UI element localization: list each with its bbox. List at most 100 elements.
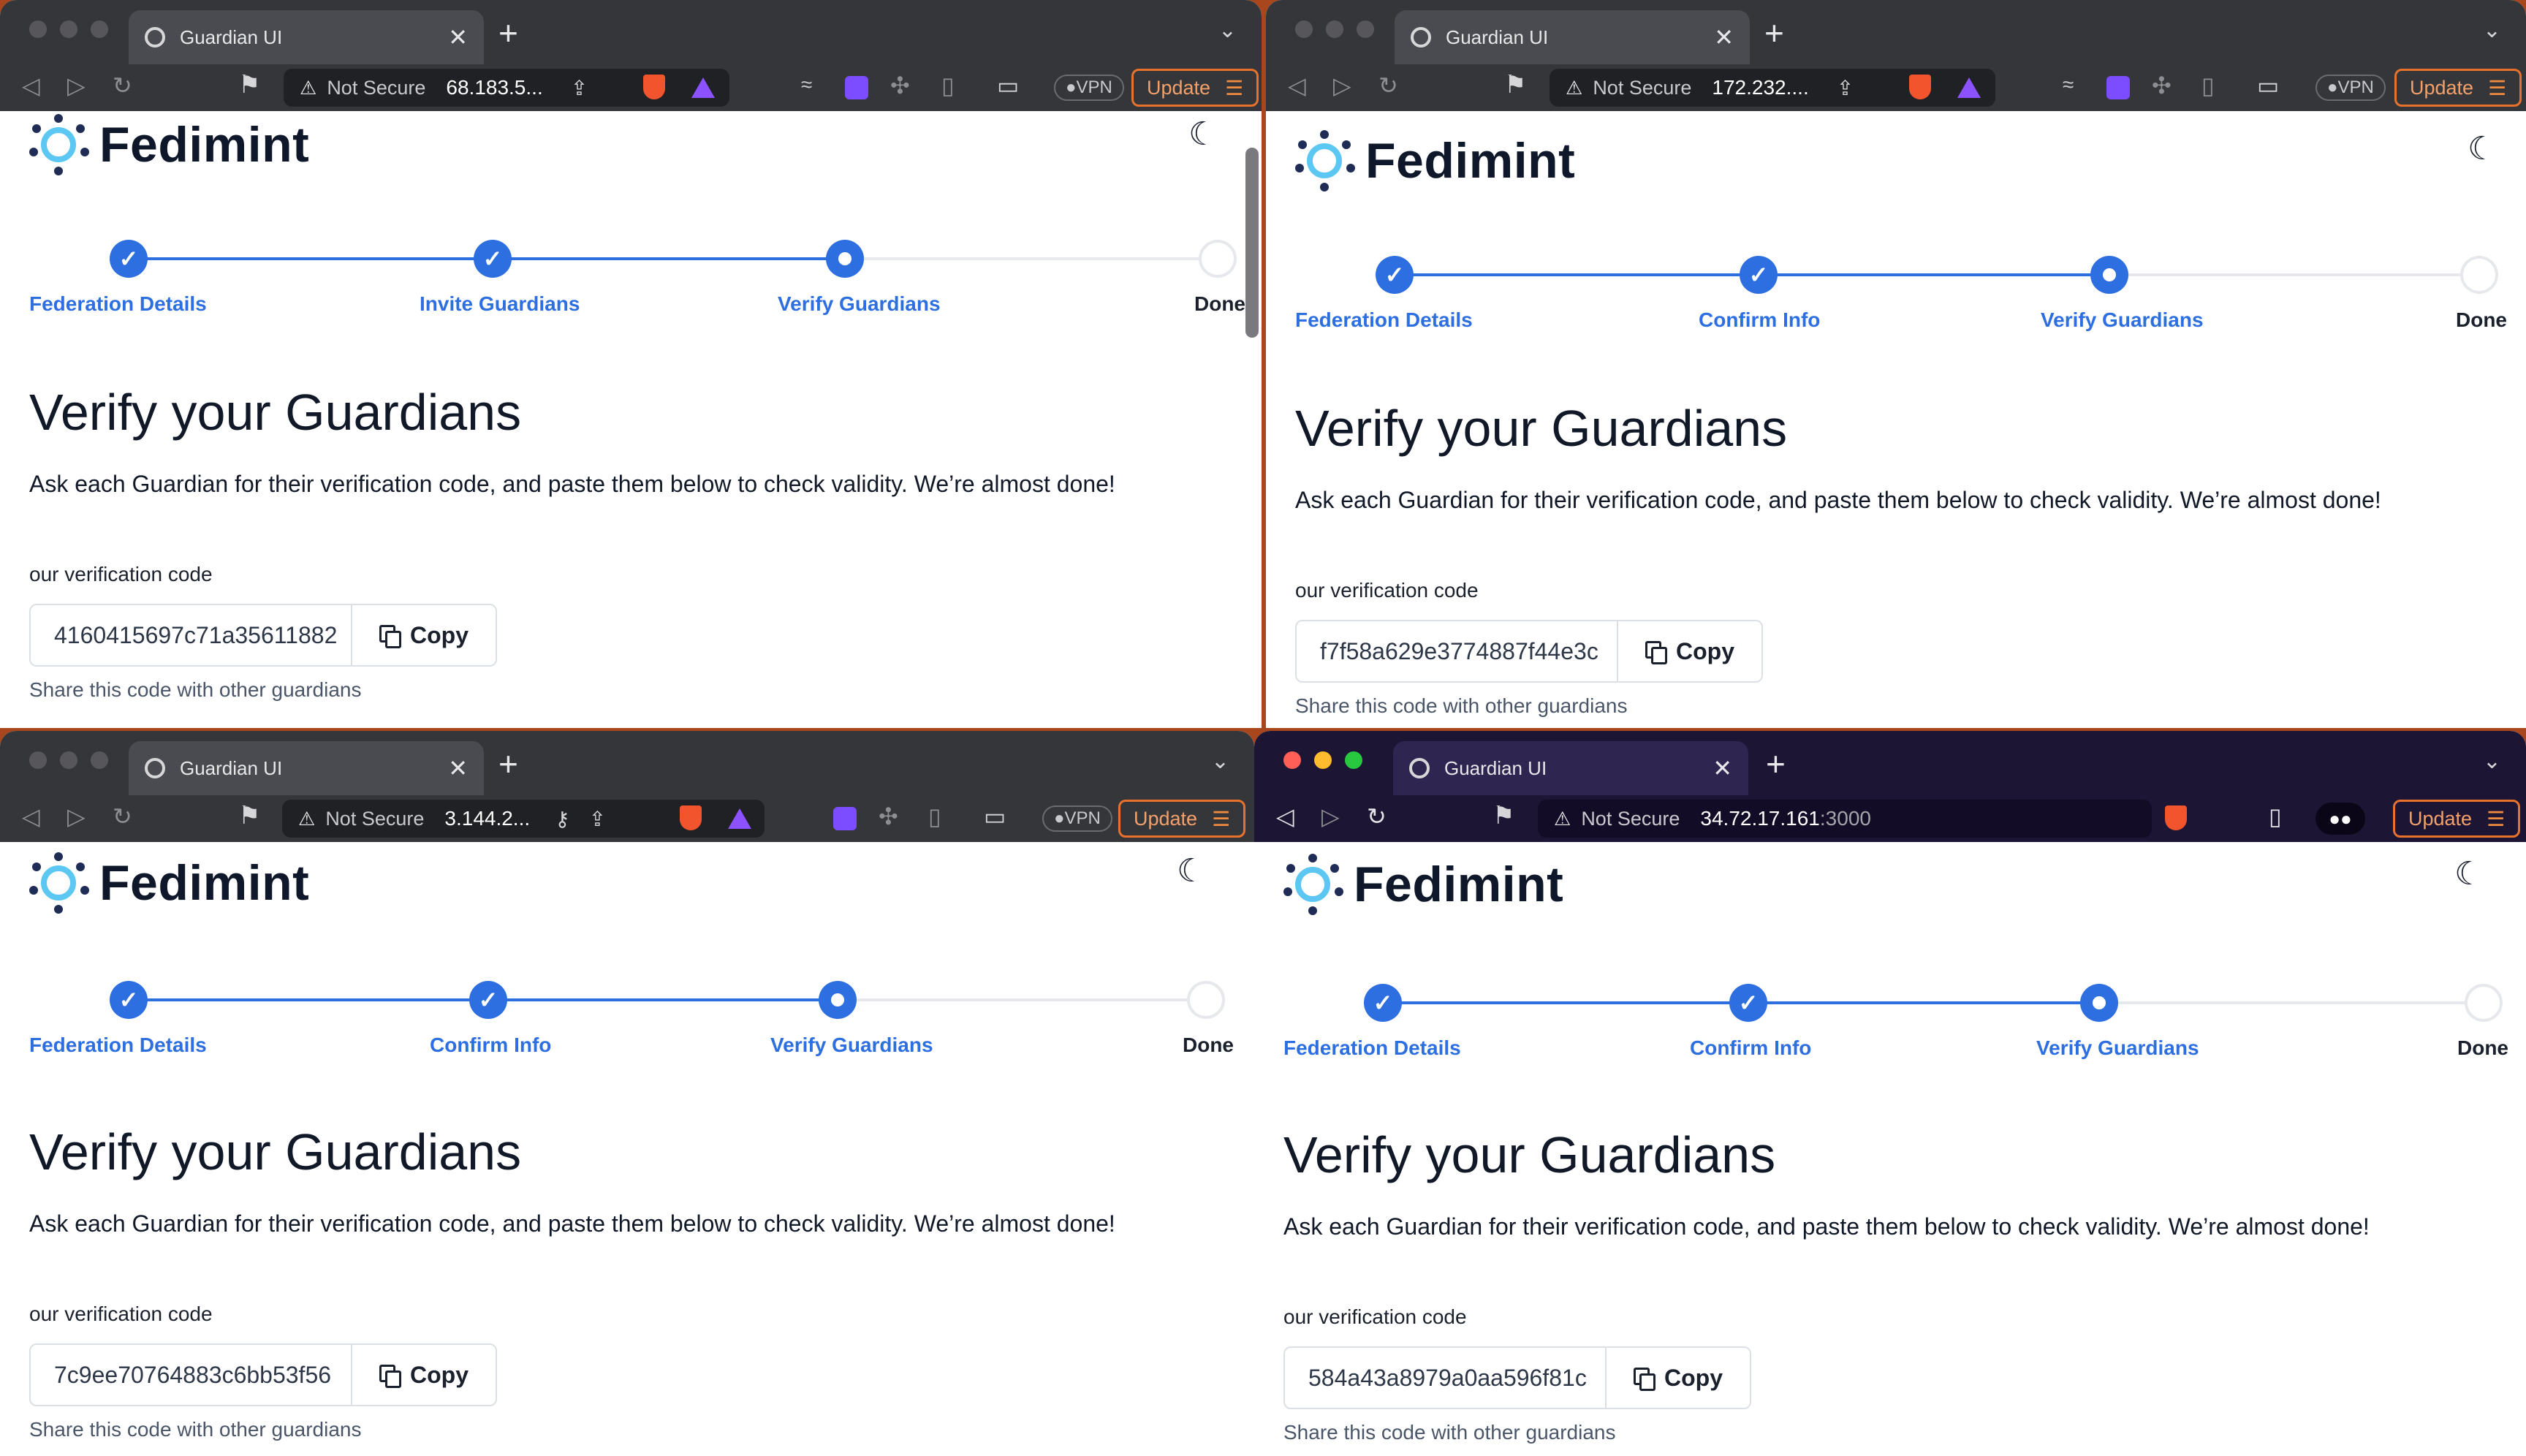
- reload-icon[interactable]: ↻: [113, 803, 132, 830]
- brave-shields-icon[interactable]: [643, 75, 665, 99]
- browser-tab[interactable]: Guardian UI ✕: [129, 741, 484, 795]
- browser-tab[interactable]: Guardian UI ✕: [1395, 10, 1750, 64]
- sidebar-icon[interactable]: ▯: [928, 803, 941, 830]
- back-icon[interactable]: ◁: [1276, 803, 1294, 830]
- sidebar-icon[interactable]: ▯: [2269, 803, 2282, 830]
- verification-code-value[interactable]: f7f58a629e3774887f44e3c: [1297, 621, 1618, 681]
- extensions-puzzle-icon[interactable]: ✣: [2152, 72, 2172, 99]
- back-icon[interactable]: ◁: [22, 803, 40, 830]
- brave-shields-icon[interactable]: [680, 805, 702, 830]
- moon-icon[interactable]: ☾: [2454, 855, 2483, 892]
- leo-icon[interactable]: ≈: [2063, 73, 2074, 96]
- copy-button[interactable]: Copy: [352, 1345, 496, 1405]
- bookmark-icon[interactable]: ⚑: [1504, 70, 1526, 99]
- new-tab-icon[interactable]: +: [498, 744, 518, 784]
- step-label: Done: [1183, 1034, 1234, 1056]
- extension-icon[interactable]: [2106, 76, 2130, 99]
- zoom-window-button[interactable]: [91, 20, 108, 38]
- vpn-button[interactable]: ● VPN: [2316, 75, 2386, 101]
- forward-icon[interactable]: ▷: [1321, 803, 1340, 830]
- brave-rewards-icon[interactable]: [728, 808, 751, 829]
- close-window-button[interactable]: [1295, 20, 1313, 38]
- verification-code-value[interactable]: 7c9ee70764883c6bb53f56: [31, 1345, 352, 1405]
- close-tab-icon[interactable]: ✕: [448, 754, 468, 782]
- brave-shields-icon[interactable]: [1909, 75, 1931, 99]
- bookmark-icon[interactable]: ⚑: [238, 801, 260, 830]
- sidebar-icon[interactable]: ▯: [941, 72, 955, 99]
- moon-icon[interactable]: ☾: [1177, 852, 1205, 890]
- copy-label: Copy: [410, 621, 469, 648]
- scrollbar[interactable]: [1245, 148, 1259, 338]
- minimize-window-button[interactable]: [1326, 20, 1343, 38]
- forward-icon[interactable]: ▷: [67, 72, 86, 99]
- close-tab-icon[interactable]: ✕: [448, 23, 468, 51]
- address-bar[interactable]: ⚠ Not Secure 34.72.17.161 :3000: [1538, 800, 2152, 838]
- tab-search-chevron-icon[interactable]: ⌄: [2483, 748, 2501, 774]
- forward-icon[interactable]: ▷: [1333, 72, 1351, 99]
- extension-icon[interactable]: [833, 807, 857, 830]
- back-icon[interactable]: ◁: [1288, 72, 1306, 99]
- minimize-window-button[interactable]: [60, 751, 77, 769]
- minimize-window-button[interactable]: [60, 20, 77, 38]
- tab-search-chevron-icon[interactable]: ⌄: [1218, 18, 1237, 43]
- brave-shields-icon[interactable]: [2165, 805, 2187, 830]
- zoom-window-button[interactable]: [1357, 20, 1374, 38]
- reload-icon[interactable]: ↻: [113, 72, 132, 99]
- brave-rewards-icon[interactable]: [1957, 77, 1981, 98]
- zoom-window-button[interactable]: [1345, 751, 1362, 769]
- copy-button[interactable]: Copy: [1618, 621, 1761, 681]
- back-icon[interactable]: ◁: [22, 72, 40, 99]
- new-tab-icon[interactable]: +: [1766, 744, 1786, 784]
- update-button[interactable]: Update ☰: [2393, 800, 2521, 838]
- minimize-window-button[interactable]: [1314, 751, 1332, 769]
- new-tab-icon[interactable]: +: [498, 13, 518, 53]
- wallet-icon[interactable]: ▭: [2257, 72, 2279, 99]
- tab-strip: Guardian UI ✕ + ⌄: [1254, 731, 2526, 795]
- brave-rewards-icon[interactable]: [691, 77, 715, 98]
- extensions-puzzle-icon[interactable]: ✣: [879, 803, 898, 830]
- reload-icon[interactable]: ↻: [1367, 803, 1387, 830]
- zoom-window-button[interactable]: [91, 751, 108, 769]
- update-button[interactable]: Update ☰: [1118, 800, 1246, 838]
- vpn-button[interactable]: ● VPN: [1042, 805, 1112, 832]
- close-tab-icon[interactable]: ✕: [1714, 23, 1734, 51]
- new-tab-icon[interactable]: +: [1764, 13, 1784, 53]
- copy-button[interactable]: Copy: [1607, 1348, 1750, 1408]
- verification-code-value[interactable]: 4160415697c71a35611882: [31, 605, 352, 665]
- browser-chrome: Guardian UI ✕ + ⌄ ◁ ▷ ↻ ⚑ ⚠ Not Secure 6…: [0, 0, 1262, 111]
- private-window-icon[interactable]: ●●: [2316, 803, 2365, 835]
- bookmark-icon[interactable]: ⚑: [238, 70, 260, 99]
- tab-search-chevron-icon[interactable]: ⌄: [1211, 748, 1229, 774]
- close-window-button[interactable]: [29, 20, 47, 38]
- share-icon[interactable]: ⇪: [571, 76, 588, 100]
- favicon-icon: [145, 758, 165, 778]
- moon-icon[interactable]: ☾: [2468, 130, 2496, 167]
- tab-search-chevron-icon[interactable]: ⌄: [2483, 18, 2501, 43]
- key-icon[interactable]: ⚷: [555, 807, 570, 831]
- favicon-icon: [1409, 758, 1430, 778]
- browser-tab[interactable]: Guardian UI ✕: [129, 10, 484, 64]
- close-window-button[interactable]: [29, 751, 47, 769]
- close-tab-icon[interactable]: ✕: [1713, 754, 1732, 782]
- wallet-icon[interactable]: ▭: [984, 803, 1006, 830]
- reload-icon[interactable]: ↻: [1378, 72, 1398, 99]
- share-icon[interactable]: ⇪: [1837, 76, 1854, 100]
- browser-tab[interactable]: Guardian UI ✕: [1393, 741, 1748, 795]
- update-button[interactable]: Update ☰: [1131, 69, 1259, 107]
- wallet-icon[interactable]: ▭: [997, 72, 1019, 99]
- forward-icon[interactable]: ▷: [67, 803, 86, 830]
- menu-icon: ☰: [2487, 807, 2506, 830]
- leo-icon[interactable]: ≈: [801, 73, 812, 96]
- sidebar-icon[interactable]: ▯: [2201, 72, 2215, 99]
- close-window-button[interactable]: [1283, 751, 1301, 769]
- bookmark-icon[interactable]: ⚑: [1493, 801, 1514, 830]
- moon-icon[interactable]: ☾: [1188, 115, 1217, 153]
- vpn-button[interactable]: ● VPN: [1054, 75, 1124, 101]
- update-button[interactable]: Update ☰: [2394, 69, 2522, 107]
- extensions-puzzle-icon[interactable]: ✣: [890, 72, 910, 99]
- step-label: Confirm Info: [1690, 1036, 1812, 1059]
- copy-button[interactable]: Copy: [352, 605, 496, 665]
- verification-code-value[interactable]: 584a43a8979a0aa596f81c: [1285, 1348, 1607, 1408]
- share-icon[interactable]: ⇪: [589, 807, 606, 831]
- extension-icon[interactable]: [845, 76, 868, 99]
